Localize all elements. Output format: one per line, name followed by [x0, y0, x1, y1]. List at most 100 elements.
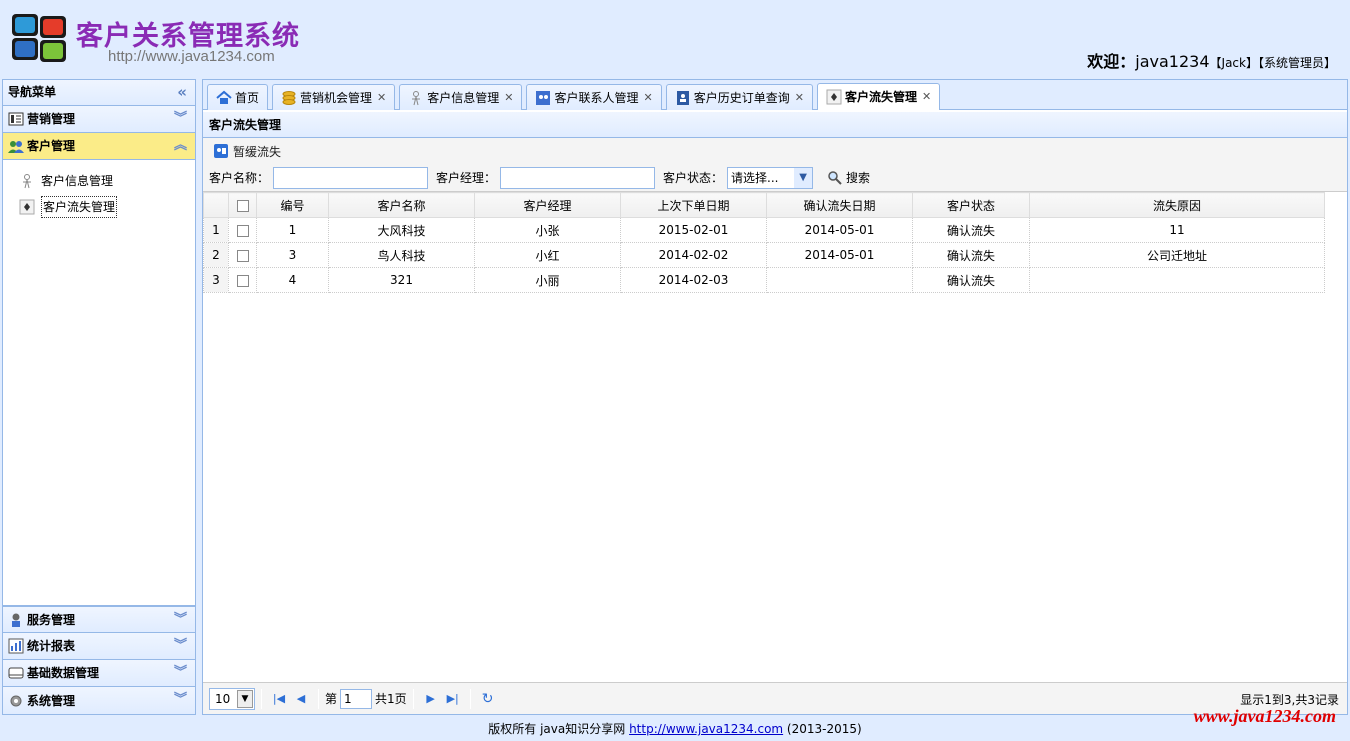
footer: 版权所有 java知识分享网 http://www.java1234.com (…: [0, 718, 1350, 741]
tab-customer-info[interactable]: 客户信息管理 ✕: [399, 84, 523, 110]
loss-icon: [19, 199, 35, 215]
last-page-icon: ▶|: [446, 692, 459, 705]
report-icon: [8, 638, 24, 654]
collapse-nav-icon[interactable]: «: [177, 80, 187, 105]
toolbar: 暂缓流失: [203, 138, 1347, 164]
row-checkbox[interactable]: [228, 217, 257, 243]
prev-page-button[interactable]: ◀: [290, 688, 312, 710]
defer-icon: [213, 143, 229, 159]
username: java1234: [1135, 52, 1210, 71]
footer-suffix: (2013-2015): [783, 722, 862, 736]
tab-label: 客户信息管理: [427, 90, 500, 105]
first-page-icon: |◀: [272, 692, 286, 705]
main-panel: 首页 营销机会管理 ✕ 客户信息管理 ✕ 客户联系人管理 ✕ 客户历史订单查询 …: [202, 79, 1348, 715]
nav-section-customer[interactable]: 客户管理 ︽: [3, 133, 195, 160]
sales-icon: [8, 111, 24, 127]
customer-name-label: 客户名称：: [209, 171, 270, 185]
column-header-last-order[interactable]: 上次下单日期: [620, 192, 767, 218]
refresh-icon: ↻: [481, 690, 494, 707]
nav-section-report[interactable]: 统计报表 ︾: [3, 633, 195, 660]
tab-home[interactable]: 首页: [207, 84, 269, 110]
column-header-loss-date[interactable]: 确认流失日期: [766, 192, 913, 218]
nav-title: 导航菜单: [8, 85, 57, 99]
first-page-button[interactable]: |◀: [268, 688, 290, 710]
chevron-down-icon[interactable]: ▼: [794, 167, 813, 188]
tab-order-history[interactable]: 客户历史订单查询 ✕: [665, 84, 813, 110]
defer-loss-button[interactable]: 暂缓流失: [213, 143, 281, 160]
chevron-down-icon[interactable]: ▼: [237, 689, 253, 708]
column-header-status[interactable]: 客户状态: [912, 192, 1030, 218]
table-row[interactable]: 1 1 大风科技 小张 2015-02-01 2014-05-01 确认流失 1…: [203, 217, 1343, 243]
user-alias: 【Jack】: [1209, 56, 1258, 70]
chevron-down-icon: ︾: [173, 665, 187, 680]
header-filler: [1324, 192, 1343, 218]
divider: [469, 688, 471, 709]
divider: [261, 688, 262, 709]
select-all-checkbox[interactable]: [228, 192, 257, 218]
status-selected-value: 请选择...: [731, 171, 779, 185]
cell-last-order: 2014-02-03: [620, 267, 767, 293]
page-size-select[interactable]: 10 ▼: [209, 687, 255, 710]
chevron-up-icon: ︽: [173, 138, 187, 153]
column-header-reason[interactable]: 流失原因: [1029, 192, 1325, 218]
nav-section-service[interactable]: 服务管理 ︾: [3, 606, 195, 633]
service-icon: [8, 612, 24, 628]
navigation-panel: 导航菜单 « 营销管理 ︾ 客户管理 ︽ 客户信息管理 客户流失管理 服务管理 …: [2, 79, 196, 715]
status-select[interactable]: 请选择... ▼: [727, 166, 814, 189]
nav-item-customer-info[interactable]: 客户信息管理: [17, 170, 195, 192]
nav-section-label: 客户管理: [27, 139, 76, 153]
search-bar: 客户名称： 客户经理： 客户状态： 请选择... ▼ 搜索: [203, 164, 1347, 192]
close-icon[interactable]: ✕: [377, 86, 386, 110]
close-icon[interactable]: ✕: [504, 86, 513, 110]
cell-name: 321: [328, 267, 475, 293]
cell-manager: 小丽: [474, 267, 621, 293]
tab-label: 首页: [235, 90, 260, 105]
nav-section-sales[interactable]: 营销管理 ︾: [3, 106, 195, 133]
cell-reason: 11: [1029, 217, 1325, 243]
last-page-button[interactable]: ▶|: [442, 688, 464, 710]
cell-loss-date: 2014-05-01: [766, 217, 913, 243]
search-button[interactable]: 搜索: [827, 169, 870, 186]
customer-name-input[interactable]: [273, 166, 429, 189]
coins-icon: [281, 90, 297, 106]
close-icon[interactable]: ✕: [795, 86, 804, 110]
defer-loss-label: 暂缓流失: [233, 144, 282, 159]
page-number-input[interactable]: 1: [340, 688, 373, 709]
page-prefix: 第: [325, 692, 338, 706]
chevron-down-icon: ︾: [173, 692, 187, 707]
prev-page-icon: ◀: [296, 692, 306, 705]
cell-loss-date: 2014-05-01: [766, 242, 913, 268]
tab-label: 营销机会管理: [300, 90, 373, 105]
tab-sales-opportunity[interactable]: 营销机会管理 ✕: [272, 84, 396, 110]
next-page-button[interactable]: ▶: [420, 688, 442, 710]
cell-id: 4: [256, 267, 329, 293]
manager-input[interactable]: [500, 166, 656, 189]
nav-item-customer-loss[interactable]: 客户流失管理: [17, 196, 195, 218]
column-header-id[interactable]: 编号: [256, 192, 329, 218]
nav-section-database[interactable]: 基础数据管理 ︾: [3, 660, 195, 687]
row-filler: [1325, 243, 1343, 268]
pagination-bar: 10 ▼ |◀ ◀ 第 1 共1页 ▶ ▶| ↻ 显示1到3,共3记录: [203, 682, 1347, 714]
row-checkbox[interactable]: [228, 267, 257, 293]
cell-reason: 公司迁地址: [1029, 242, 1325, 268]
close-icon[interactable]: ✕: [922, 85, 931, 109]
close-icon[interactable]: ✕: [644, 86, 653, 110]
customer-loss-table: 编号 客户名称 客户经理 上次下单日期 确认流失日期 客户状态 流失原因 1 1…: [203, 192, 1343, 293]
table-row[interactable]: 2 3 鸟人科技 小红 2014-02-02 2014-05-01 确认流失 公…: [203, 242, 1343, 268]
database-icon: [8, 665, 24, 681]
nav-header: 导航菜单 «: [3, 80, 195, 106]
tab-label: 客户历史订单查询: [693, 90, 790, 105]
column-header-manager[interactable]: 客户经理: [474, 192, 621, 218]
refresh-button[interactable]: ↻: [477, 688, 499, 710]
tab-customer-contacts[interactable]: 客户联系人管理 ✕: [526, 84, 662, 110]
table-row[interactable]: 3 4 321 小丽 2014-02-03 确认流失: [203, 267, 1343, 293]
nav-item-label: 客户信息管理: [41, 174, 114, 188]
row-number: 3: [203, 267, 229, 293]
nav-section-system[interactable]: 系统管理 ︾: [3, 687, 195, 714]
cell-status: 确认流失: [912, 242, 1030, 268]
footer-link[interactable]: http://www.java1234.com: [629, 722, 783, 736]
row-checkbox[interactable]: [228, 242, 257, 268]
nav-section-label: 系统管理: [27, 693, 76, 708]
column-header-name[interactable]: 客户名称: [328, 192, 475, 218]
tab-customer-loss[interactable]: 客户流失管理 ✕: [816, 83, 941, 110]
